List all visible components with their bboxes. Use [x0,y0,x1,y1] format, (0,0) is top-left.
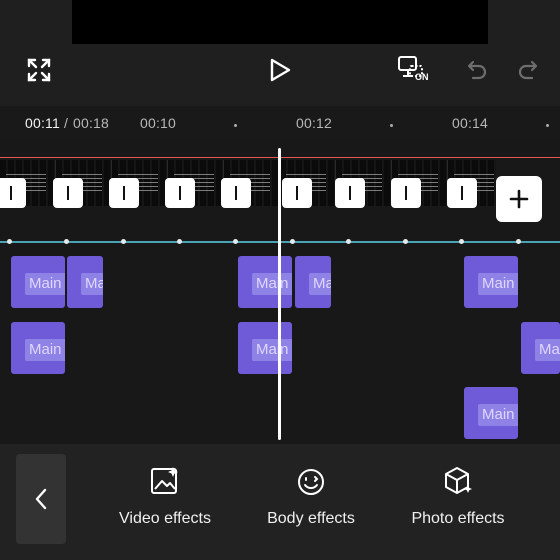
photo-effects-label: Photo effects [411,510,505,527]
photo-effects-icon [442,464,474,498]
effect-clip[interactable]: Ma [295,256,331,308]
transition-button[interactable] [391,178,421,208]
track-dot [346,239,351,244]
track-dot [121,239,126,244]
total-time: 00:18 [73,115,110,131]
play-icon[interactable] [264,54,296,86]
redo-icon[interactable] [514,54,546,86]
body-effects-button[interactable]: Body effects [246,464,376,528]
video-preview[interactable] [72,0,488,44]
tick-label: 00:10 [140,115,177,131]
effect-clip[interactable]: Ma [67,256,103,308]
transition-button[interactable] [221,178,251,208]
body-effects-icon [295,464,327,498]
effect-clip-label: Main [252,273,292,295]
transition-button[interactable] [165,178,195,208]
effect-clip-label: Main [478,273,518,295]
photo-effects-button[interactable]: Photo effects [393,464,523,528]
add-clip-button[interactable] [496,176,542,222]
track-dot [177,239,182,244]
effect-clip[interactable]: Main [11,322,65,374]
track-dot [459,239,464,244]
top-toolbar: ON [0,44,560,100]
transition-button[interactable] [0,178,26,208]
video-effects-button[interactable]: Video effects [100,464,230,528]
transition-button[interactable] [53,178,83,208]
chevron-left-icon [35,488,47,510]
body-effects-label: Body effects [267,510,355,527]
track-dot [403,239,408,244]
fullscreen-icon[interactable] [23,54,55,86]
effects-toolbar: Video effects Body effects Photo effects [0,444,560,560]
effect-clip-label: Ma [535,339,560,361]
undo-icon[interactable] [459,54,491,86]
effect-clip[interactable]: Main [464,256,518,308]
video-effects-label: Video effects [119,510,211,527]
effect-clip-label: Ma [81,273,103,295]
transition-button[interactable] [282,178,312,208]
effect-clip-label: Main [25,273,65,295]
transition-button[interactable] [109,178,139,208]
video-effects-icon [149,464,181,498]
tick-label: 00:14 [452,115,489,131]
effect-clip[interactable]: Ma [521,322,560,374]
playhead[interactable] [278,148,281,440]
keyframe-toggle-icon[interactable]: ON [395,54,433,86]
track-dot [64,239,69,244]
track-dot [233,239,238,244]
keyframe-badge: ON [415,72,429,82]
tick-dot [390,124,393,127]
transition-button[interactable] [447,178,477,208]
time-ruler[interactable]: 00:11 / 00:18 00:10 00:12 00:14 [0,106,560,140]
effect-clip-label: Ma [309,273,331,295]
track-dot [7,239,12,244]
effect-clip-label: Main [478,404,518,426]
effect-clip[interactable]: Main [11,256,65,308]
effect-clip[interactable]: Main [238,256,292,308]
plus-icon [509,189,529,209]
tick-dot [234,124,237,127]
time-separator: / [64,115,69,131]
effect-clip[interactable]: Main [464,387,518,439]
effect-clip-label: Main [25,339,65,361]
transition-button[interactable] [335,178,365,208]
current-time: 00:11 [25,115,60,131]
tick-label: 00:12 [296,115,333,131]
effect-clip[interactable]: Main [238,322,292,374]
tick-dot [546,124,549,127]
effect-clip-label: Main [252,339,292,361]
track-dot [516,239,521,244]
track-dot [290,239,295,244]
back-button[interactable] [16,454,66,544]
